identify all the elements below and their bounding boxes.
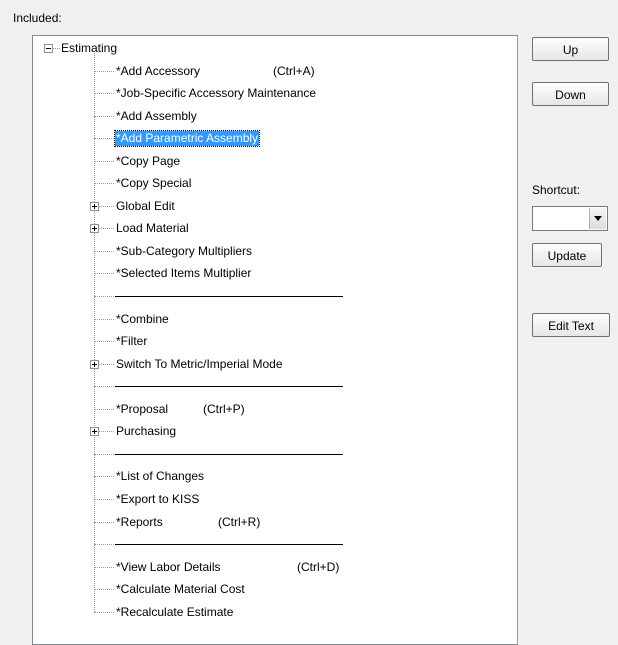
tree-connector (94, 183, 114, 184)
tree-connector (94, 319, 114, 320)
tree-item-label[interactable]: Purchasing (116, 424, 176, 439)
tree-item-label[interactable]: *Recalculate Estimate (116, 605, 233, 620)
tree-connector (94, 116, 114, 117)
tree-item-label[interactable]: *Copy Special (116, 176, 191, 191)
tree-item-label[interactable]: *View Labor Details (116, 560, 221, 575)
tree-connector (94, 499, 114, 500)
tree-item-label[interactable]: *Combine (116, 312, 169, 327)
tree-item-label[interactable]: Global Edit (116, 199, 175, 214)
expand-icon[interactable] (90, 360, 99, 369)
up-button[interactable]: Up (532, 37, 609, 61)
tree-connector (94, 409, 114, 410)
separator-line (115, 544, 343, 545)
tree-item-label[interactable]: *Copy Page (116, 154, 180, 169)
shortcut-label: Shortcut: (532, 183, 581, 197)
tree-root-label[interactable]: Estimating (61, 41, 117, 56)
chevron-down-icon[interactable] (589, 208, 606, 229)
tree-item-shortcut: (Ctrl+A) (273, 64, 315, 78)
tree-item-label[interactable]: Load Material (116, 221, 189, 236)
expand-icon[interactable] (90, 427, 99, 436)
tree-connector (94, 386, 114, 387)
tree-connector (53, 48, 60, 49)
tree-item-label[interactable]: *List of Changes (116, 469, 204, 484)
tree-item-label[interactable]: *Reports (116, 515, 163, 530)
tree-item-label[interactable]: *Job-Specific Accessory Maintenance (116, 86, 316, 101)
tree-connector (94, 251, 114, 252)
collapse-icon[interactable] (44, 44, 53, 53)
tree-connector (94, 589, 114, 590)
separator-line (115, 386, 343, 387)
tree-connector (94, 544, 114, 545)
tree-item-shortcut: (Ctrl+R) (218, 515, 261, 529)
expand-icon[interactable] (90, 202, 99, 211)
separator-line (115, 454, 343, 455)
tree-item-label[interactable]: *Filter (116, 334, 147, 349)
tree-connector (94, 273, 114, 274)
update-button[interactable]: Update (532, 243, 602, 267)
tree-connector (94, 522, 114, 523)
tree-connector (94, 161, 114, 162)
expand-icon[interactable] (90, 224, 99, 233)
separator-line (115, 296, 343, 297)
tree-connector (94, 71, 114, 72)
tree-connector (94, 476, 114, 477)
tree-item-shortcut: (Ctrl+P) (203, 402, 245, 416)
tree-item-label[interactable]: *Selected Items Multiplier (116, 266, 251, 281)
tree-item-label[interactable]: *Add Parametric Assembly (113, 130, 261, 147)
included-tree[interactable]: Estimating *Add Accessory (Ctrl+A) *Job-Sp… (32, 35, 518, 645)
included-label: Included: (13, 11, 62, 25)
tree-connector (94, 138, 114, 139)
tree-item-label[interactable]: Switch To Metric/Imperial Mode (116, 357, 283, 372)
tree-item-label[interactable]: *Calculate Material Cost (116, 582, 245, 597)
tree-connector (94, 296, 114, 297)
shortcut-dropdown[interactable] (532, 206, 608, 231)
tree-item-label[interactable]: *Proposal (116, 402, 168, 417)
tree-trunk-line (94, 53, 95, 612)
tree-item-label[interactable]: *Add Accessory (116, 64, 200, 79)
tree-connector (94, 341, 114, 342)
tree-item-label[interactable]: *Sub-Category Multipliers (116, 244, 252, 259)
tree-connector (94, 93, 114, 94)
tree-connector (94, 454, 114, 455)
edit-text-button[interactable]: Edit Text (532, 313, 610, 337)
down-button[interactable]: Down (532, 82, 609, 106)
tree-connector (94, 567, 114, 568)
tree-item-label[interactable]: *Export to KISS (116, 492, 199, 507)
tree-connector (94, 612, 114, 613)
tree-item-shortcut: (Ctrl+D) (297, 560, 340, 574)
tree-item-label[interactable]: *Add Assembly (116, 109, 197, 124)
